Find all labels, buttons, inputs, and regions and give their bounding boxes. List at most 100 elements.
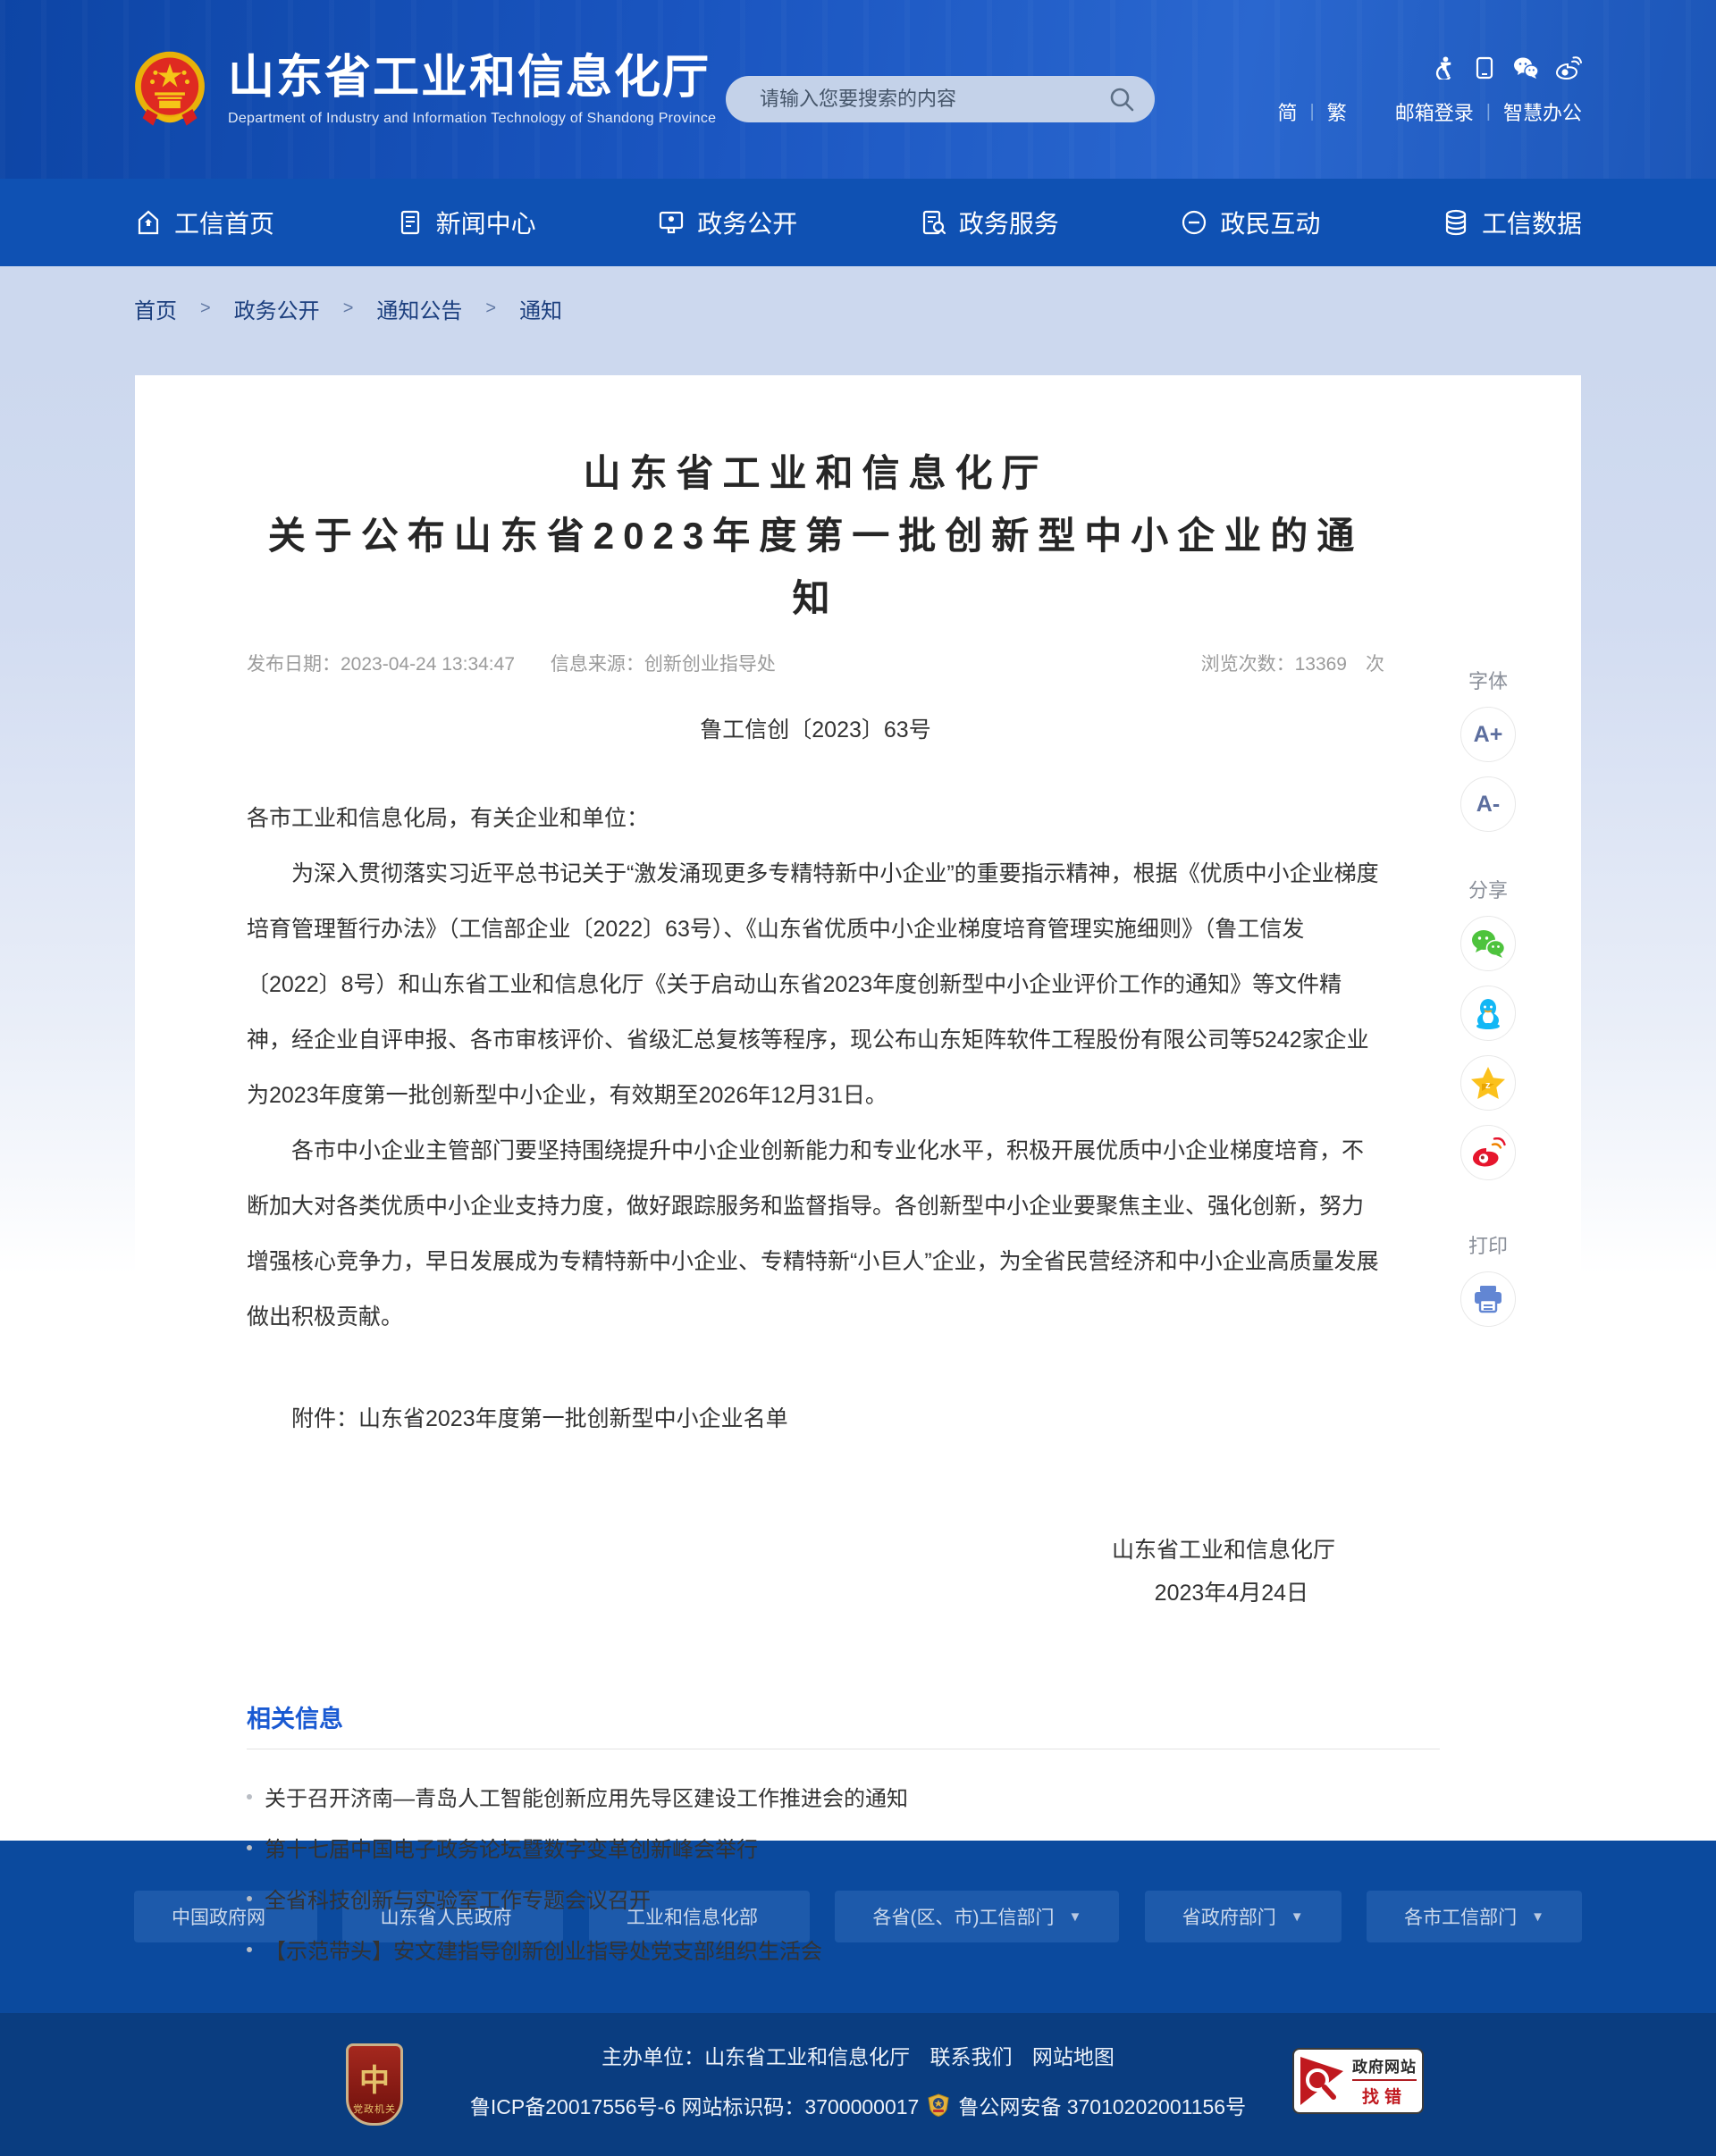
nav-item-data[interactable]: 工信数据 (1442, 205, 1582, 240)
signature-agency: 山东省工业和信息化厅 (247, 1529, 1335, 1572)
main-nav: 工信首页 新闻中心 政务公开 (0, 179, 1716, 266)
font-tools-label: 字体 (1468, 666, 1508, 694)
divider: | (1310, 102, 1315, 122)
breadcrumb: 首页 > 政务公开 > 通知公告 > 通知 (134, 293, 562, 324)
error-badge-action: 找错 (1362, 2084, 1407, 2108)
share-qq-button[interactable] (1460, 986, 1516, 1041)
share-tools-label: 分享 (1468, 875, 1508, 903)
nav-item-disclosure[interactable]: 政务公开 (657, 205, 797, 240)
paragraph: 各市中小企业主管部门要坚持围绕提升中小企业创新能力和专业化水平，积极开展优质中小… (247, 1123, 1384, 1345)
chat-icon (1180, 208, 1208, 237)
nav-item-home[interactable]: 工信首页 (134, 205, 274, 240)
bullet-icon (247, 1845, 252, 1850)
related-info-link[interactable]: 全省科技创新与实验室工作专题会议召开 (247, 1873, 1440, 1924)
mobile-icon[interactable] (1473, 56, 1496, 80)
national-emblem-icon (131, 50, 208, 129)
breadcrumb-home[interactable]: 首页 (134, 293, 177, 324)
site-header: 山东省工业和信息化厅 Department of Industry and In… (0, 0, 1716, 179)
police-badge-icon (928, 2093, 949, 2117)
search-icon (1108, 86, 1135, 113)
contact-link[interactable]: 联系我们 (930, 2045, 1013, 2068)
weibo-share-icon (1470, 1137, 1506, 1168)
paragraph: 为深入贯彻落实习近平总书记关于“激发涌现更多专精特新中小企业”的重要指示精神，根… (247, 846, 1384, 1123)
weibo-icon[interactable] (1555, 56, 1582, 80)
error-report-magnifier-icon (1299, 2055, 1345, 2107)
database-icon (1442, 208, 1470, 237)
related-info-link[interactable]: 第十七届中国电子政务论坛暨数字变革创新峰会举行 (247, 1822, 1440, 1873)
related-info-link[interactable]: 【示范带头】安文建指导创新创业指导处党支部组织生活会 (247, 1924, 1440, 1975)
share-weibo-button[interactable] (1460, 1125, 1516, 1180)
publish-date: 发布日期：2023-04-24 13:34:47 (247, 654, 515, 675)
error-badge-title: 政府网站 (1352, 2054, 1417, 2081)
share-wechat-button[interactable] (1460, 916, 1516, 971)
nav-label: 政民互动 (1220, 205, 1320, 240)
quick-icons (1433, 55, 1582, 80)
search-button[interactable] (1108, 86, 1135, 113)
article-body: 各市工业和信息化局，有关企业和单位： 为深入贯彻落实习近平总书记关于“激发涌现更… (247, 791, 1384, 1345)
article-meta: 发布日期：2023-04-24 13:34:47 信息来源：创新创业指导处 浏览… (247, 650, 1384, 676)
info-source: 信息来源：创新创业指导处 (551, 654, 776, 675)
wechat-share-icon (1470, 928, 1506, 959)
divider: | (1486, 102, 1491, 122)
font-decrease-button[interactable]: A- (1460, 776, 1516, 832)
page-title: 山东省工业和信息化厅 关于公布山东省2023年度第一批创新型中小企业的通知 (247, 442, 1384, 630)
accessibility-icon[interactable] (1433, 55, 1457, 80)
nav-item-news[interactable]: 新闻中心 (396, 205, 536, 240)
title-line2: 关于公布山东省2023年度第一批创新型中小企业的通知 (247, 505, 1384, 630)
signature-block: 山东省工业和信息化厅 2023年4月24日 (247, 1529, 1384, 1615)
search-input[interactable] (726, 76, 1155, 122)
search-area (726, 76, 1155, 122)
related-info-text: 第十七届中国电子政务论坛暨数字变革创新峰会举行 (265, 1832, 758, 1863)
public-security-record-link[interactable]: 鲁公网安备 37010202001156号 (958, 2090, 1246, 2120)
qzone-share-icon: z (1470, 1066, 1506, 1100)
printer-icon (1472, 1284, 1504, 1314)
related-info-list: 关于召开济南—青岛人工智能创新应用先导区建设工作推进会的通知 第十七届中国电子政… (247, 1771, 1440, 1975)
nav-item-interaction[interactable]: 政民互动 (1180, 205, 1320, 240)
news-icon (396, 208, 425, 237)
sitemap-link[interactable]: 网站地图 (1032, 2045, 1115, 2068)
print-button[interactable] (1460, 1271, 1516, 1327)
bullet-icon (247, 1794, 252, 1799)
svg-text:z: z (1485, 1080, 1491, 1091)
breadcrumb-announcements[interactable]: 通知公告 (376, 293, 462, 324)
view-count: 浏览次数：13369 次 (1201, 654, 1384, 675)
smart-office-link[interactable]: 智慧办公 (1503, 97, 1582, 126)
doc-search-icon (919, 208, 947, 237)
breadcrumb-notice[interactable]: 通知 (519, 293, 562, 324)
related-info-link[interactable]: 关于召开济南—青岛人工智能创新应用先导区建设工作推进会的通知 (247, 1771, 1440, 1822)
host-unit: 主办单位：山东省工业和信息化厅 (601, 2045, 910, 2068)
article-card: 山东省工业和信息化厅 关于公布山东省2023年度第一批创新型中小企业的通知 发布… (135, 375, 1581, 1812)
nav-label: 新闻中心 (436, 205, 536, 240)
monitor-icon (657, 208, 686, 237)
attachment-link[interactable]: 附件：山东省2023年度第一批创新型中小企业名单 (247, 1391, 1384, 1447)
nav-item-service[interactable]: 政务服务 (919, 205, 1059, 240)
qq-share-icon (1472, 996, 1504, 1030)
page-tools: 字体 A+ A- 分享 (1460, 666, 1516, 1341)
nav-label: 政务服务 (959, 205, 1059, 240)
font-increase-button[interactable]: A+ (1460, 707, 1516, 762)
chevron-down-icon: ▼ (1531, 1909, 1544, 1925)
bullet-icon (247, 1947, 252, 1952)
nav-label: 政务公开 (697, 205, 797, 240)
print-tools-label: 打印 (1468, 1230, 1508, 1259)
breadcrumb-disclosure[interactable]: 政务公开 (234, 293, 320, 324)
lang-traditional-link[interactable]: 繁 (1327, 97, 1347, 126)
header-links: 简 | 繁 邮箱登录 | 智慧办公 (1278, 97, 1582, 126)
site-brand[interactable]: 山东省工业和信息化厅 Department of Industry and In… (131, 50, 716, 129)
site-title-en: Department of Industry and Information T… (228, 111, 716, 127)
share-qzone-button[interactable]: z (1460, 1055, 1516, 1111)
gov-site-error-report-badge[interactable]: 政府网站 找错 (1292, 2048, 1424, 2114)
wechat-icon[interactable] (1512, 56, 1539, 80)
breadcrumb-separator: > (343, 298, 354, 319)
related-info-text: 全省科技创新与实验室工作专题会议召开 (265, 1883, 651, 1914)
mail-login-link[interactable]: 邮箱登录 (1395, 97, 1474, 126)
page-background: 山东省工业和信息化厅 关于公布山东省2023年度第一批创新型中小企业的通知 发布… (0, 350, 1716, 1841)
footer-center: 主办单位：山东省工业和信息化厅 联系我们 网站地图 鲁ICP备20017556号… (0, 2040, 1716, 2120)
signature-date: 2023年4月24日 (247, 1572, 1335, 1615)
bullet-icon (247, 1896, 252, 1901)
title-line1: 山东省工业和信息化厅 (247, 442, 1384, 505)
site-title: 山东省工业和信息化厅 (228, 52, 716, 104)
lang-simplified-link[interactable]: 简 (1278, 97, 1298, 126)
breadcrumb-bar: 首页 > 政务公开 > 通知公告 > 通知 (0, 266, 1716, 350)
breadcrumb-separator: > (200, 298, 211, 319)
